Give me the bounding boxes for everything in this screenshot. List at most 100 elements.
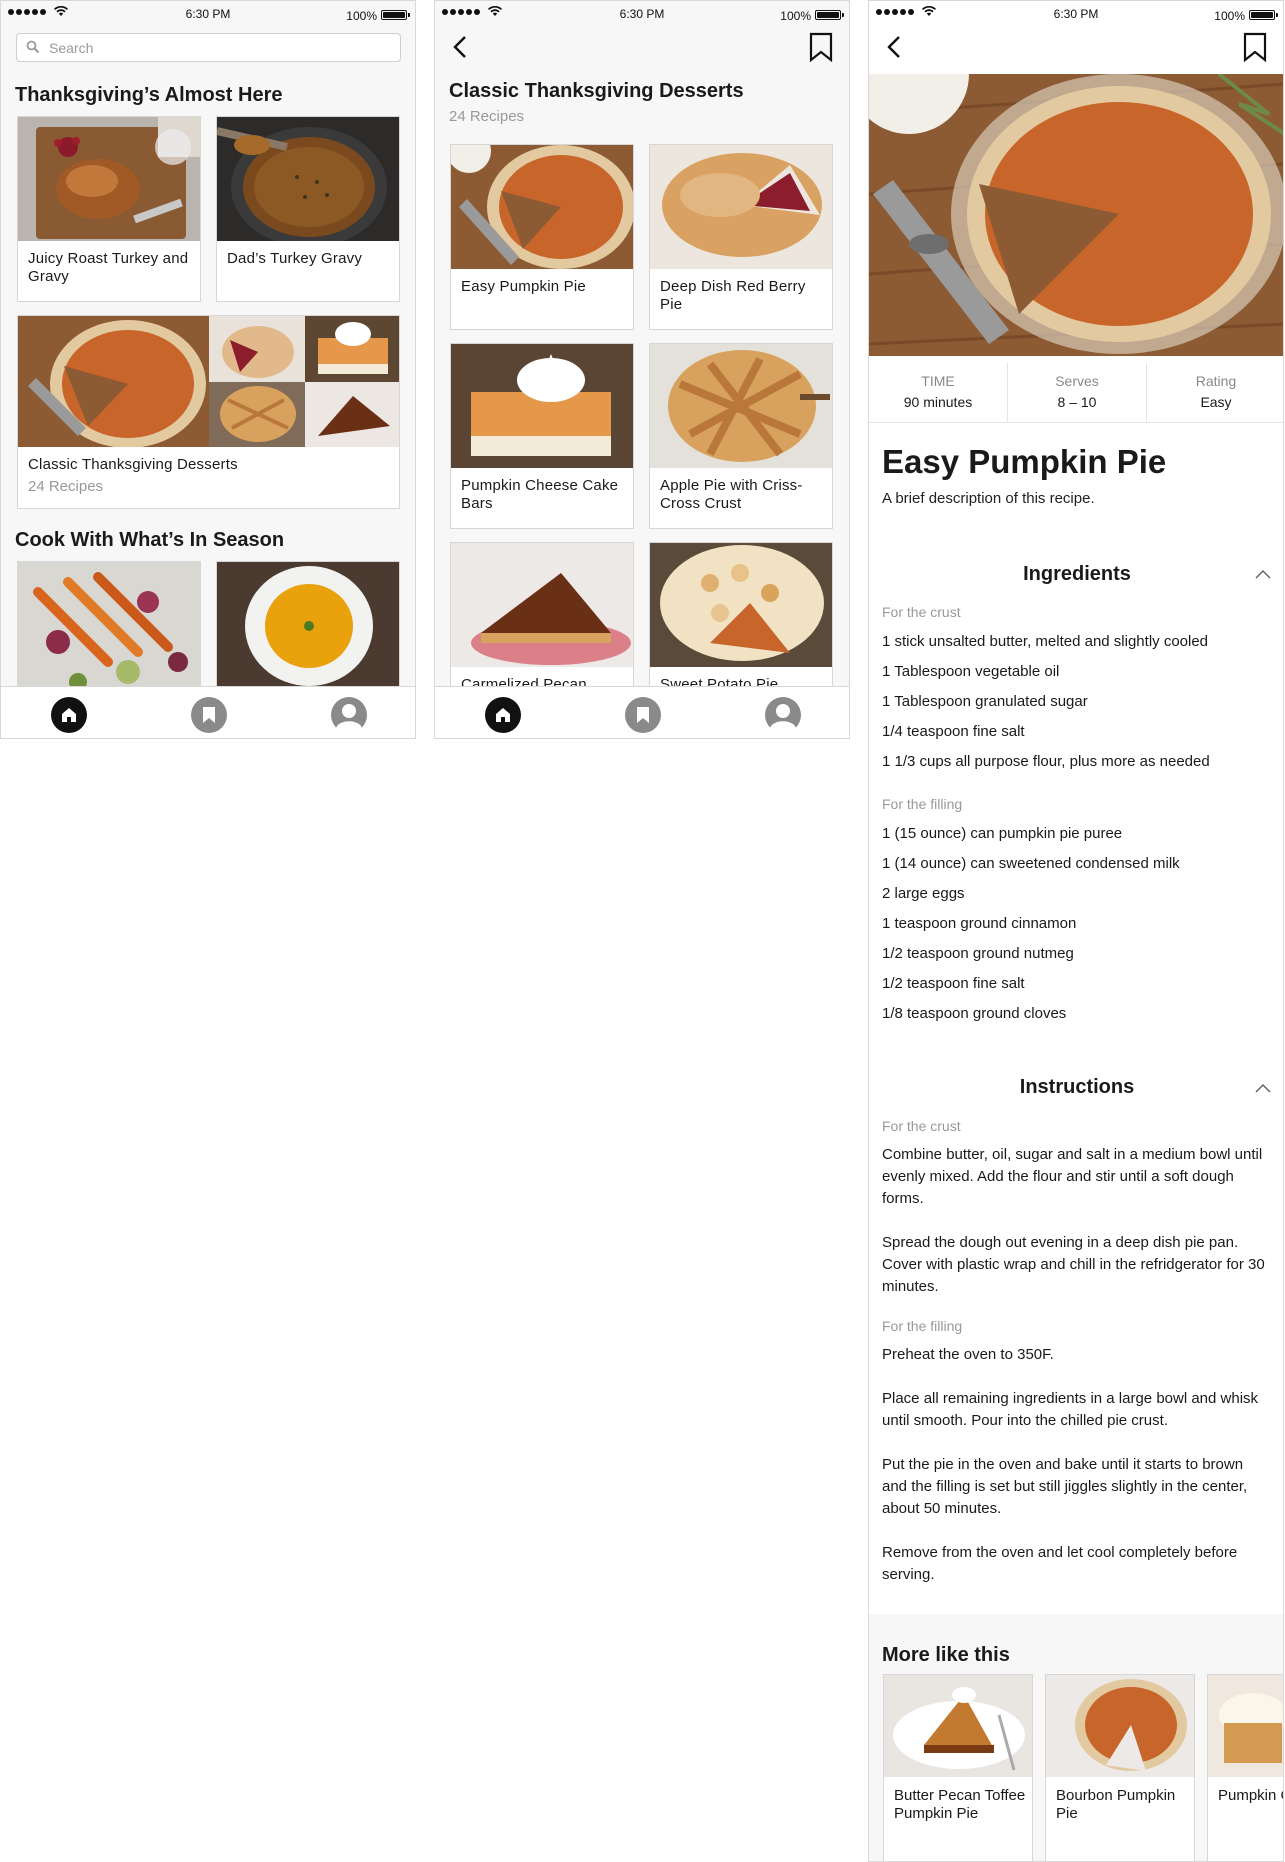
back-button[interactable] <box>879 31 911 63</box>
recipe-card-apple-pie[interactable]: Apple Pie with Criss-Cross Crust <box>649 343 833 529</box>
recipe-card-deep-dish-berry-pie[interactable]: Deep Dish Red Berry Pie <box>649 144 833 330</box>
collection-card-label: Classic Thanksgiving Desserts <box>28 456 238 473</box>
related-recipe-label: Bourbon Pumpkin Pie <box>1056 1787 1176 1822</box>
recipe-card-label: Juicy Roast Turkey and Gravy <box>28 250 189 285</box>
related-recipe-card[interactable]: Bourbon Pumpkin Pie <box>1045 1674 1195 1861</box>
recipe-image <box>650 145 832 269</box>
collection-count: 24 Recipes <box>449 108 525 125</box>
chevron-up-icon[interactable] <box>1255 569 1271 579</box>
recipe-card-label: Pumpkin Cheese Cake Bars <box>461 477 619 512</box>
tab-bar <box>435 686 849 738</box>
recipe-image <box>451 145 633 269</box>
ingredient-item: 1 Tablespoon vegetable oil <box>882 663 1060 680</box>
search-icon <box>26 40 40 54</box>
instruction-group-label: For the crust <box>882 1118 961 1134</box>
tab-saved[interactable] <box>625 697 661 733</box>
recipe-screen: 6:30 PM 100% TIME 90 minutes Serves 8 – … <box>868 0 1284 1862</box>
ingredient-item: 1/2 teaspoon fine salt <box>882 975 1025 992</box>
ingredient-item: 1 teaspoon ground cinnamon <box>882 915 1077 932</box>
instruction-step: Spread the dough out evening in a deep d… <box>882 1234 1265 1295</box>
back-button[interactable] <box>445 31 477 63</box>
search-bar[interactable] <box>16 33 401 62</box>
bookmark-icon <box>637 707 649 723</box>
recipe-card-pumpkin-cheesecake-bars[interactable]: Pumpkin Cheese Cake Bars <box>450 343 634 529</box>
ingredient-group-label: For the crust <box>882 604 961 620</box>
home-icon <box>496 708 510 722</box>
recipe-card-turkey-gravy[interactable]: Dad’s Turkey Gravy <box>216 116 400 302</box>
bookmark-button[interactable] <box>1241 31 1269 63</box>
related-recipe-card[interactable]: Butter Pecan Toffee Pumpkin Pie <box>883 1674 1033 1861</box>
tab-home[interactable] <box>485 697 521 733</box>
status-bar: 6:30 PM 100% <box>869 1 1283 27</box>
recipe-image <box>451 543 633 667</box>
instruction-step: Remove from the oven and let cool comple… <box>882 1544 1238 1583</box>
tab-profile[interactable] <box>331 697 367 733</box>
related-recipe-label: Pumpkin Cupcakes <box>1218 1787 1283 1804</box>
chevron-up-icon[interactable] <box>1255 1083 1271 1093</box>
bookmark-button[interactable] <box>807 31 835 63</box>
recipe-image <box>18 117 200 241</box>
collection-card-count: 24 Recipes <box>28 478 104 495</box>
collection-title: Classic Thanksgiving Desserts <box>449 80 744 102</box>
collection-card-desserts[interactable]: Classic Thanksgiving Desserts 24 Recipes <box>17 315 400 509</box>
ingredient-item: 1 (15 ounce) can pumpkin pie puree <box>882 825 1123 842</box>
fact-value: 90 minutes <box>903 394 973 410</box>
bookmark-icon <box>203 707 215 723</box>
profile-icon <box>770 704 796 733</box>
profile-icon <box>336 704 362 733</box>
tab-saved[interactable] <box>191 697 227 733</box>
battery-percent: 100% <box>780 9 811 23</box>
search-input[interactable] <box>49 37 389 59</box>
more-like-this-title: More like this <box>882 1644 1010 1666</box>
collection-screen: 6:30 PM 100% Classic Thanksgiving Desser… <box>434 0 850 739</box>
tab-profile[interactable] <box>765 697 801 733</box>
tab-home[interactable] <box>51 697 87 733</box>
fact-label: TIME <box>921 373 955 389</box>
ingredient-item: 1/2 teaspoon ground nutmeg <box>882 945 1074 962</box>
recipe-image <box>1208 1675 1283 1777</box>
recipe-image <box>217 562 399 700</box>
instruction-group-label: For the filling <box>882 1318 963 1334</box>
recipe-description: A brief description of this recipe. <box>882 490 1095 507</box>
fact-value: Easy <box>1200 394 1232 410</box>
recipe-card-label: Easy Pumpkin Pie <box>461 278 586 295</box>
recipe-image <box>1046 1675 1194 1777</box>
recipe-card-roast-turkey[interactable]: Juicy Roast Turkey and Gravy <box>17 116 201 302</box>
recipe-card-label: Deep Dish Red Berry Pie <box>660 278 806 313</box>
recipe-image <box>18 562 200 700</box>
ingredient-item: 1/4 teaspoon fine salt <box>882 723 1025 740</box>
recipe-card-label: Apple Pie with Criss-Cross Crust <box>660 477 803 512</box>
section-title-thanksgiving: Thanksgiving’s Almost Here <box>15 84 283 106</box>
related-recipe-label: Butter Pecan Toffee Pumpkin Pie <box>894 1787 1026 1822</box>
ingredients-heading[interactable]: Ingredients <box>869 563 1283 586</box>
recipe-card-roasted-vegetables[interactable] <box>17 561 201 701</box>
recipe-image <box>451 344 633 468</box>
recipe-image <box>650 344 832 468</box>
ingredient-group-label: For the filling <box>882 796 963 812</box>
instruction-step: Place all remaining ingredients in a lar… <box>882 1390 1259 1429</box>
fact-rating: Rating Easy <box>1147 363 1283 422</box>
home-icon <box>62 708 76 722</box>
battery-icon <box>381 10 410 20</box>
ingredient-item: 1 Tablespoon granulated sugar <box>882 693 1088 710</box>
battery-percent: 100% <box>1214 9 1245 23</box>
recipe-image <box>217 117 399 241</box>
recipe-image <box>650 543 832 667</box>
fact-serves: Serves 8 – 10 <box>1008 363 1147 422</box>
instructions-heading[interactable]: Instructions <box>869 1076 1283 1099</box>
ingredient-item: 1 1/3 cups all purpose flour, plus more … <box>882 753 1210 770</box>
related-recipe-card[interactable]: Pumpkin Cupcakes <box>1207 1674 1283 1861</box>
instruction-step: Preheat the oven to 350F. <box>882 1346 1054 1363</box>
fact-label: Serves <box>1055 373 1099 389</box>
tab-bar <box>1 686 415 738</box>
recipe-card-label: Dad’s Turkey Gravy <box>227 250 363 267</box>
instruction-step: Combine butter, oil, sugar and salt in a… <box>882 1146 1263 1207</box>
more-like-this: More like this Butter Pecan Toffee Pumpk… <box>869 1614 1283 1861</box>
ingredient-item: 1/8 teaspoon ground cloves <box>882 1005 1067 1022</box>
battery-icon <box>1249 10 1278 20</box>
recipe-card-squash-soup[interactable] <box>216 561 400 701</box>
instruction-step: Put the pie in the oven and bake until i… <box>882 1456 1248 1517</box>
collection-image <box>18 316 399 447</box>
ingredient-item: 1 (14 ounce) can sweetened condensed mil… <box>882 855 1180 872</box>
recipe-card-easy-pumpkin-pie[interactable]: Easy Pumpkin Pie <box>450 144 634 330</box>
